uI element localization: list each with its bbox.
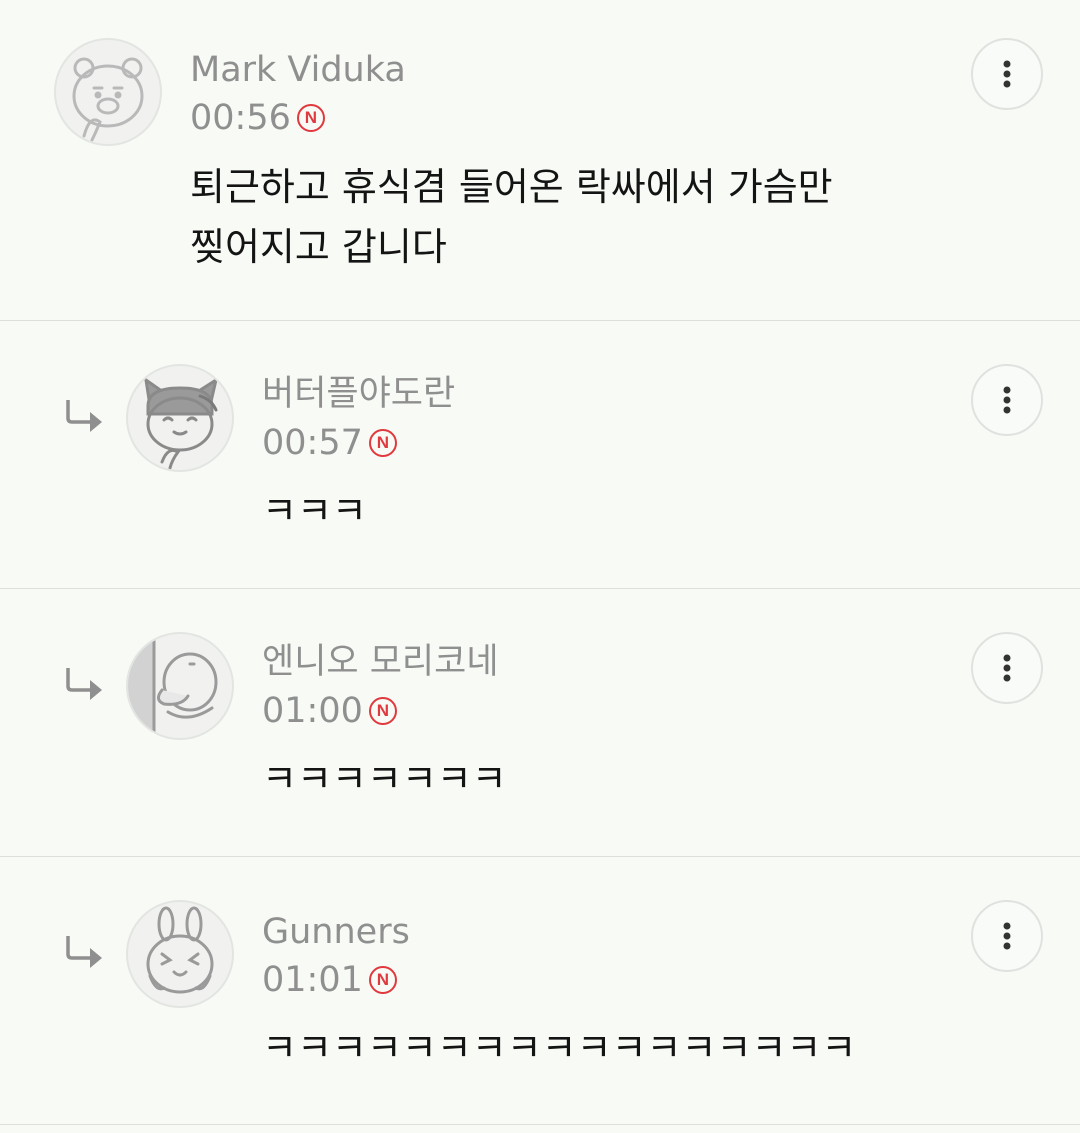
comment-time: 01:00 [262,691,363,731]
vertical-dots-icon [1003,654,1011,682]
rabbit-avatar-icon[interactable] [126,900,234,1008]
reply-item: 엔니오 모리코네 01:00 N ㅋㅋㅋㅋㅋㅋㅋ [0,589,1080,857]
reply-item: 버터플야도란 00:57 N ㅋㅋㅋ [0,321,1080,589]
comment-author[interactable]: Mark Viduka [190,50,406,90]
comment-item: Mark Viduka 00:56 N 퇴근하고 휴식겸 들어온 락싸에서 가슴… [0,0,1080,321]
reply-arrow-icon [66,400,102,432]
comment-author[interactable]: 버터플야도란 [262,374,455,414]
comment-text: ㅋㅋㅋㅋㅋㅋㅋ [262,757,507,801]
comment-author[interactable]: Gunners [262,912,410,952]
more-options-button[interactable] [971,632,1043,704]
reply-arrow-icon [66,668,102,700]
comment-meta: 01:00 N [262,691,397,731]
comment-time: 00:56 [190,98,291,138]
comment-time: 00:57 [262,423,363,463]
new-badge-icon: N [368,966,397,994]
cat-avatar-icon[interactable] [126,364,234,472]
new-badge-icon: N [296,104,325,132]
comment-author[interactable]: 엔니오 모리코네 [262,642,499,682]
comment-meta: 00:57 N [262,423,397,463]
comment-text: ㅋㅋㅋㅋㅋㅋㅋㅋㅋㅋㅋㅋㅋㅋㅋㅋㅋ [262,1026,857,1070]
new-badge-icon: N [368,697,397,725]
reply-item: Gunners 01:01 N ㅋㅋㅋㅋㅋㅋㅋㅋㅋㅋㅋㅋㅋㅋㅋㅋㅋ [0,857,1080,1125]
reply-arrow-icon [66,936,102,968]
duck-avatar-icon[interactable] [126,632,234,740]
vertical-dots-icon [1003,922,1011,950]
vertical-dots-icon [1003,386,1011,414]
comment-meta: 00:56 N [190,98,325,138]
comment-time: 01:01 [262,960,363,1000]
more-options-button[interactable] [971,364,1043,436]
comment-text: ㅋㅋㅋ [262,489,367,533]
more-options-button[interactable] [971,38,1043,110]
more-options-button[interactable] [971,900,1043,972]
vertical-dots-icon [1003,60,1011,88]
comment-thread: Mark Viduka 00:56 N 퇴근하고 휴식겸 들어온 락싸에서 가슴… [0,0,1080,1133]
comment-meta: 01:01 N [262,960,397,1000]
comment-text: 퇴근하고 휴식겸 들어온 락싸에서 가슴만 찢어지고 갑니다 [190,165,833,269]
new-badge-icon: N [368,429,397,457]
ryan-bear-avatar-icon[interactable] [54,38,162,146]
